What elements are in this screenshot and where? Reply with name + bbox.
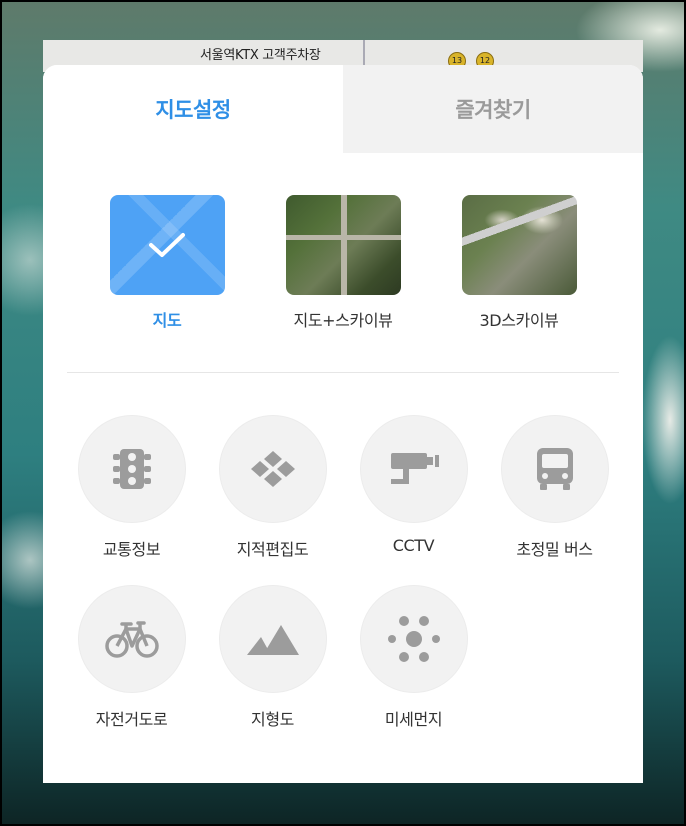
cadastral-diamond-icon: [250, 451, 295, 487]
tab-favorites[interactable]: 즐겨찾기: [343, 65, 643, 153]
map-type-map[interactable]: 지도: [97, 195, 237, 331]
map-type-skyview[interactable]: 지도+스카이뷰: [273, 195, 413, 331]
layer-label: 지형도: [251, 710, 294, 729]
mountain-icon: [246, 625, 299, 655]
layer-bus[interactable]: 초정밀 버스: [484, 415, 625, 560]
layer-label: 지적편집도: [236, 540, 309, 559]
layer-label: 미세먼지: [384, 710, 443, 729]
map-type-selector: 지도 지도+스카이뷰 3D스카이뷰: [43, 195, 643, 335]
layer-label: CCTV: [392, 536, 435, 555]
layer-terrain[interactable]: 지형도: [202, 585, 343, 730]
layer-label: 교통정보: [102, 540, 161, 559]
check-icon: [149, 233, 185, 257]
panel-tabs: 지도설정 즐겨찾기: [43, 65, 643, 153]
map-type-3d-skyview-thumbnail: [461, 195, 577, 295]
layer-traffic-button[interactable]: [77, 415, 186, 523]
cctv-camera-icon: [390, 453, 439, 484]
layer-terrain-button[interactable]: [218, 585, 327, 693]
tab-map-settings[interactable]: 지도설정: [43, 65, 343, 153]
dust-dots-icon: [387, 616, 440, 662]
layer-fine-dust-button[interactable]: [359, 585, 468, 693]
layer-bike-road[interactable]: 자전거도로: [61, 585, 202, 730]
map-type-skyview-thumbnail: [285, 195, 401, 295]
layer-fine-dust[interactable]: 미세먼지: [343, 585, 484, 730]
map-type-3d-skyview[interactable]: 3D스카이뷰: [449, 195, 589, 331]
layer-bike-road-button[interactable]: [77, 585, 186, 693]
layer-cadastral[interactable]: 지적편집도: [202, 415, 343, 560]
layer-traffic[interactable]: 교통정보: [61, 415, 202, 560]
map-type-map-thumbnail: [109, 195, 225, 295]
layer-cctv[interactable]: CCTV: [343, 415, 484, 555]
map-settings-panel: 지도설정 즐겨찾기 지도 지도+스카이뷰 3D스카이뷰 교통정보 지적편집도 C…: [43, 65, 643, 783]
layer-bus-button[interactable]: [500, 415, 609, 523]
section-divider: [67, 372, 619, 373]
bicycle-icon: [104, 621, 159, 658]
traffic-light-icon: [112, 449, 151, 489]
map-place-label: 서울역KTX 고객주차장: [200, 48, 321, 63]
layer-cctv-button[interactable]: [359, 415, 468, 523]
map-type-label: 3D스카이뷰: [479, 311, 559, 330]
layer-label: 자전거도로: [95, 710, 168, 729]
map-type-label: 지도: [152, 311, 182, 330]
map-type-label: 지도+스카이뷰: [293, 311, 393, 330]
bus-icon: [536, 448, 573, 490]
layer-label: 초정밀 버스: [516, 540, 593, 559]
layer-cadastral-button[interactable]: [218, 415, 327, 523]
